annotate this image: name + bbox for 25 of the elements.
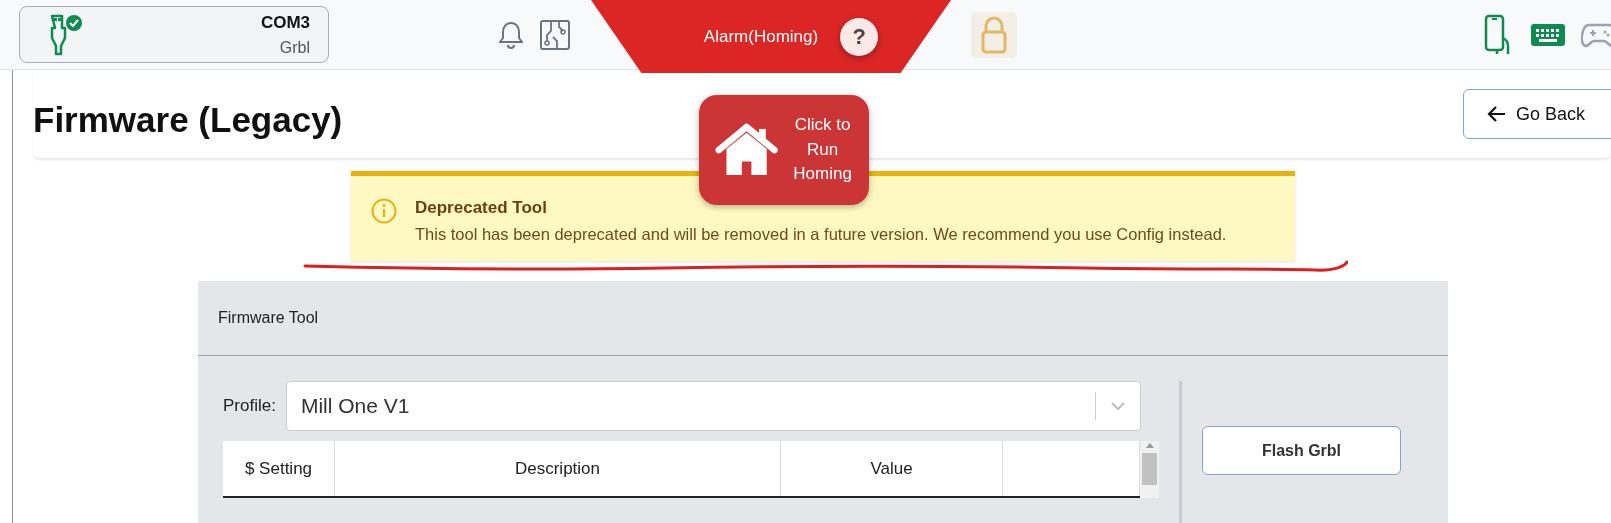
left-arrow-icon — [1486, 105, 1506, 123]
panel-title: Firmware Tool — [198, 281, 1448, 356]
column-header[interactable]: $ Setting — [223, 441, 335, 496]
page-title: Firmware (Legacy) — [33, 100, 343, 140]
chevron-down-icon — [1110, 402, 1125, 410]
flash-grbl-button[interactable]: Flash Grbl — [1202, 426, 1401, 475]
alert-title: Deprecated Tool — [415, 198, 548, 218]
scrollbar[interactable] — [1140, 441, 1159, 498]
column-header[interactable]: Description — [335, 441, 781, 496]
profile-select[interactable]: Mill One V1 — [285, 381, 1141, 431]
info-icon — [371, 198, 397, 224]
bell-icon[interactable] — [499, 20, 523, 49]
alert-message: This tool has been deprecated and will be removed in a future version. We recommend you use Config instead. — [415, 225, 1227, 244]
help-button[interactable]: ? — [840, 17, 879, 56]
port-name: COM3 — [260, 12, 310, 33]
scroll-up-icon[interactable] — [1144, 441, 1155, 449]
run-homing-button[interactable]: Click to Run Homing — [699, 95, 869, 205]
profile-label: Profile: — [223, 396, 276, 416]
circuit-board-icon[interactable] — [539, 18, 571, 51]
connection-status[interactable]: COM3 Grbl — [19, 6, 329, 63]
firmware-name: Grbl — [279, 38, 310, 57]
column-header[interactable]: Value — [781, 441, 1003, 496]
alarm-status: Alarm(Homing) — [703, 26, 819, 47]
go-back-button[interactable]: Go Back — [1463, 89, 1611, 139]
house-icon — [715, 122, 779, 178]
